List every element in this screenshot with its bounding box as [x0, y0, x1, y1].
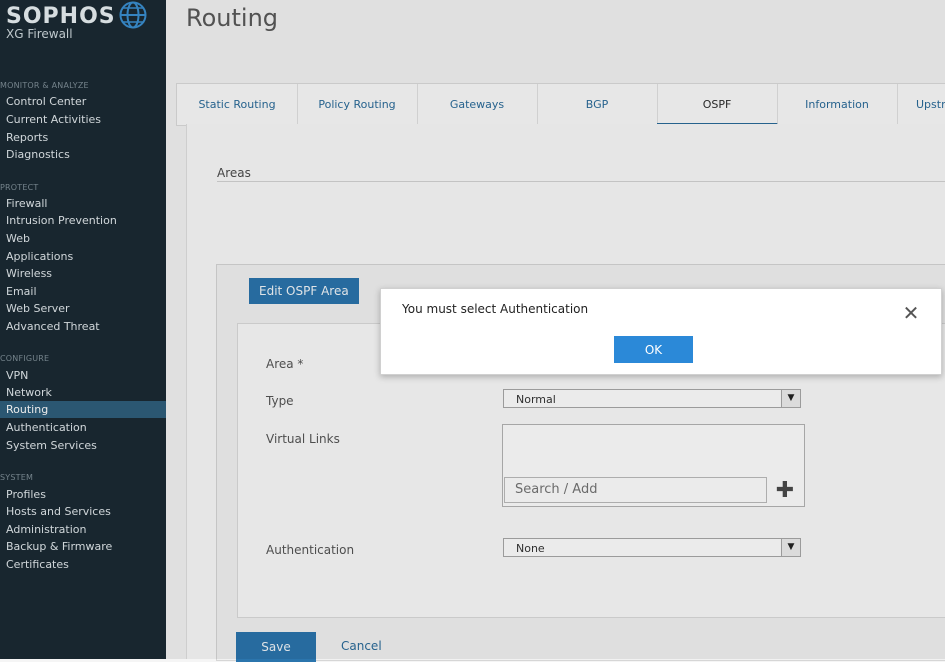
alert-dialog: You must select Authentication ✕ OK: [380, 288, 942, 375]
close-icon[interactable]: ✕: [901, 303, 921, 323]
dialog-message: You must select Authentication: [402, 302, 589, 316]
ok-button[interactable]: OK: [614, 336, 693, 363]
